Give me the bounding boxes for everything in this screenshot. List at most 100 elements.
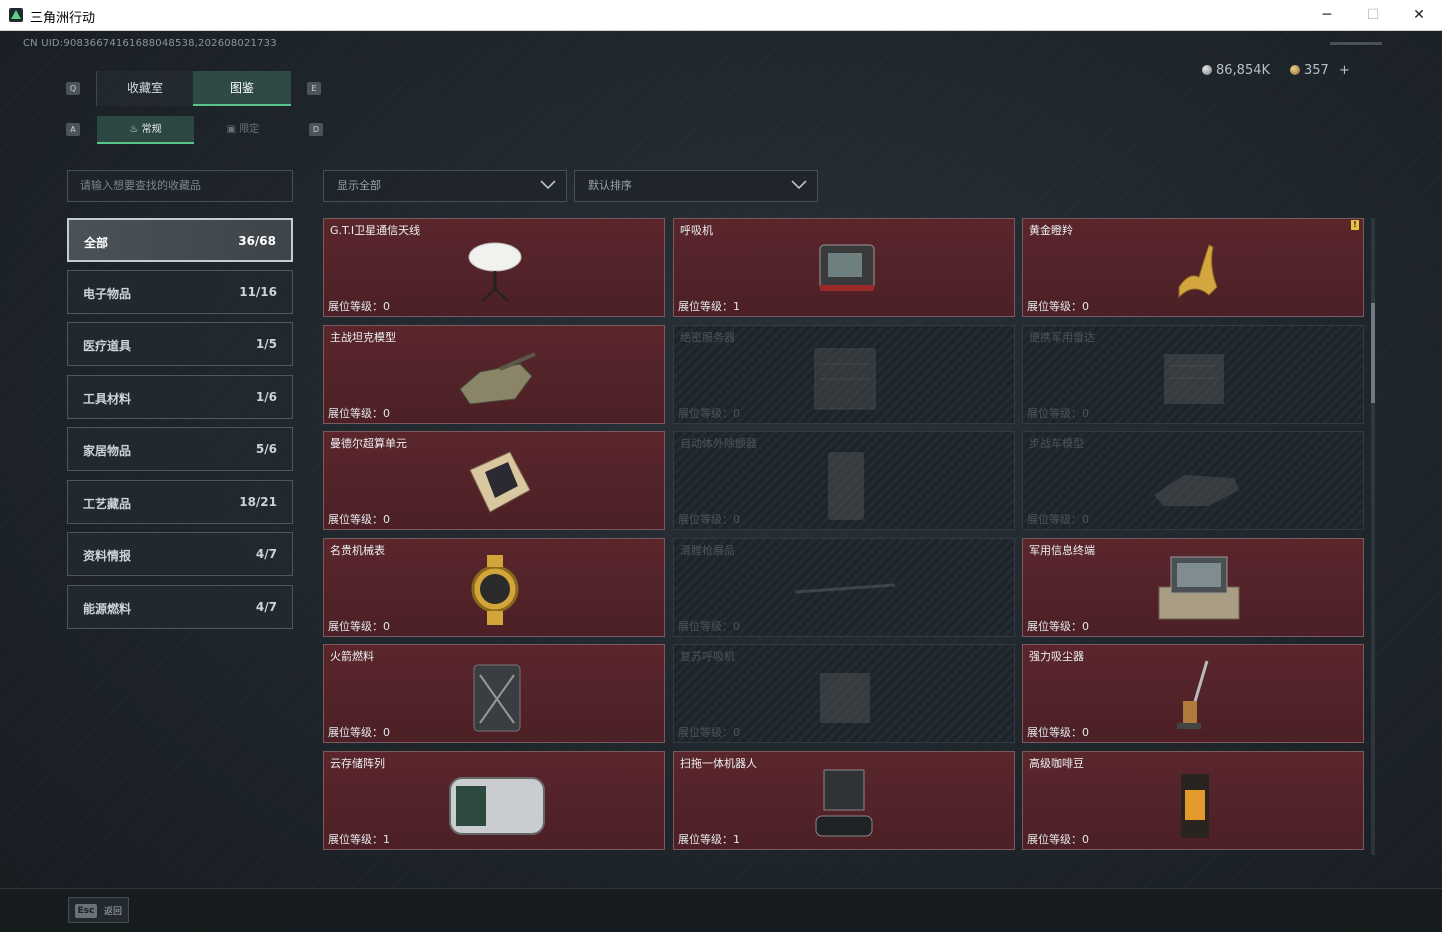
category-item[interactable]: 资料情报 4/7 [67,532,293,576]
collection-card[interactable]: 强力吸尘器 展位等级：0 [1022,644,1364,743]
collection-card[interactable]: 便携军用雷达 展位等级：0 [1022,325,1364,424]
robot-vacuum-icon [790,760,900,844]
category-item[interactable]: 电子物品 11/16 [67,270,293,314]
item-name: 步战车模型 [1029,437,1084,450]
minimize-button[interactable]: ─ [1304,0,1350,31]
server-icon [790,334,900,418]
musket-icon [790,547,900,631]
silver-coin-icon [1202,65,1212,75]
category-count: 1/6 [255,390,277,404]
item-level: 展位等级：1 [678,831,740,847]
category-item[interactable]: 全部 36/68 [67,218,293,262]
window-titlebar: 三角洲行动 ─ ☐ ✕ [0,0,1442,31]
category-label: 能源燃料 [83,602,132,616]
back-button[interactable]: Esc 返回 [68,897,129,923]
collection-card[interactable]: 火箭燃料 展位等级：0 [323,644,665,743]
item-level-prefix: 展位等级： [678,513,733,526]
add-currency-button[interactable]: + [1339,63,1350,78]
search-input[interactable]: 请输入想要查找的收藏品 [67,170,293,202]
esc-key-hint: Esc [75,904,97,918]
gold-coin-icon [1290,65,1300,75]
item-level-value: 0 [1082,726,1089,739]
ifv-model-icon [1139,440,1249,524]
category-label: 家居物品 [83,444,132,458]
item-name: 曼德尔超算单元 [330,437,407,450]
collection-card[interactable]: 云存储阵列 展位等级：1 [323,751,665,850]
watch-icon [440,547,550,631]
item-level: 展位等级：0 [1027,618,1089,634]
item-level-value: 0 [733,513,740,526]
item-level-prefix: 展位等级： [678,833,733,846]
item-level: 展位等级：1 [678,298,740,314]
vacuum-icon [1139,653,1249,737]
collection-card[interactable]: 绝密服务器展位等级：0 [673,325,1015,424]
close-button[interactable]: ✕ [1396,0,1442,31]
item-level-prefix: 展位等级： [328,300,383,313]
collection-card[interactable]: 扫拖一体机器人 展位等级：1 [673,751,1015,850]
item-level-value: 0 [1082,300,1089,313]
category-label: 电子物品 [83,287,132,301]
collection-card[interactable]: 名贵机械表 展位等级：0 [323,538,665,637]
item-level-prefix: 展位等级： [1027,620,1082,633]
item-name: 强力吸尘器 [1029,650,1084,663]
item-level: 展位等级：0 [328,405,390,421]
item-level-value: 0 [383,407,390,420]
category-label: 医疗道具 [83,339,132,353]
collection-card[interactable]: 高级咖啡豆 展位等级：0 [1022,751,1364,850]
collection-card[interactable]: 军用信息终端 展位等级：0 [1022,538,1364,637]
category-item[interactable]: 工艺藏品 18/21 [67,480,293,524]
collection-card[interactable]: 滑膛枪展品 展位等级：0 [673,538,1015,637]
category-label: 工具材料 [83,392,132,406]
category-count: 18/21 [239,495,277,509]
collection-card[interactable]: 曼德尔超算单元 展位等级：0 [323,431,665,530]
satellite-dish-icon [440,227,550,311]
item-level-value: 0 [733,407,740,420]
category-item[interactable]: 家居物品 5/6 [67,427,293,471]
collection-card[interactable]: 步战车模型 展位等级：0 [1022,431,1364,530]
item-level-value: 0 [383,726,390,739]
subtab-limited[interactable]: ▣ 限定 [194,116,292,144]
collection-card[interactable]: G.T.I卫星通信天线 展位等级：0 [323,218,665,317]
resuscitator-icon [790,653,900,737]
show-filter-dropdown[interactable]: 显示全部 [323,170,567,202]
tab-catalog[interactable]: 图鉴 [193,71,291,106]
coffee-beans-icon [1139,760,1249,844]
collection-card[interactable]: 黄金瞪羚 展位等级：0! [1022,218,1364,317]
app-logo-icon [9,8,23,22]
radar-icon [1139,334,1249,418]
item-level-prefix: 展位等级： [328,513,383,526]
item-name: 绝密服务器 [680,331,735,344]
item-level: 展位等级：1 [328,831,390,847]
tab-collection-room[interactable]: 收藏室 [96,71,193,106]
item-level: 展位等级：0 [328,618,390,634]
tank-model-icon [440,334,550,418]
item-level-value: 0 [383,513,390,526]
key-hint-e: E [307,82,321,95]
category-item[interactable]: 工具材料 1/6 [67,375,293,419]
collection-card[interactable]: 呼吸机 展位等级：1 [673,218,1015,317]
item-level-prefix: 展位等级： [328,620,383,633]
item-level: 展位等级：0 [328,724,390,740]
maximize-button[interactable]: ☐ [1350,0,1396,31]
category-item[interactable]: 能源燃料 4/7 [67,585,293,629]
grid-scrollbar-thumb[interactable] [1371,303,1375,403]
storage-array-icon [440,760,550,844]
item-level: 展位等级：0 [678,405,740,421]
item-level: 展位等级：0 [678,618,740,634]
collection-card[interactable]: 复苏呼吸机 展位等级：0 [673,644,1015,743]
item-level-value: 1 [733,300,740,313]
player-uid: CN UID:9083667416168804853​8,20260802173… [23,38,277,49]
silver-amount: 86,854K [1216,63,1271,78]
item-name: 军用信息终端 [1029,544,1095,557]
item-level-value: 1 [383,833,390,846]
subtab-regular-label: 常规 [141,124,162,135]
collection-card[interactable]: 自动体外除颤器 展位等级：0 [673,431,1015,530]
image-icon: ▣ [226,124,237,135]
category-item[interactable]: 医疗道具 1/5 [67,322,293,366]
sort-dropdown[interactable]: 默认排序 [574,170,818,202]
key-hint-d: D [309,123,323,136]
subtab-regular[interactable]: ♨ 常规 [97,116,194,144]
category-count: 36/68 [238,234,276,248]
collection-card[interactable]: 主战坦克模型 展位等级：0 [323,325,665,424]
item-level-prefix: 展位等级： [678,620,733,633]
